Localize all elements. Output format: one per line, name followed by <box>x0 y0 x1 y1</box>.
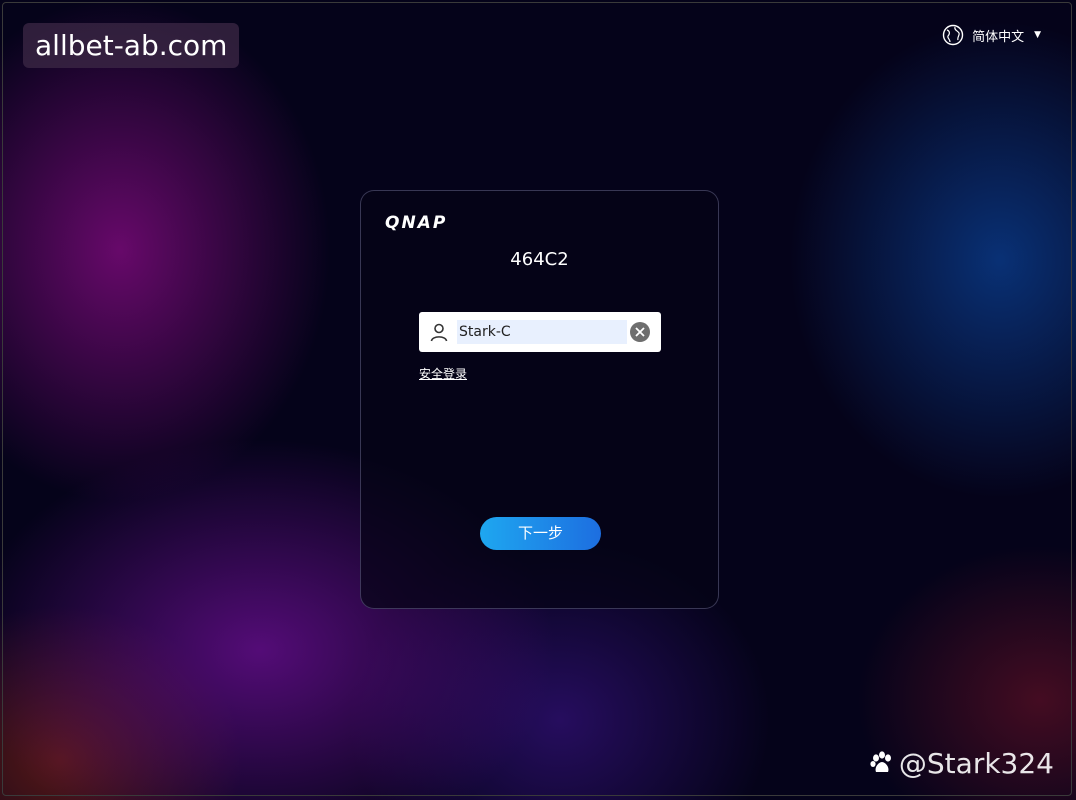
watermark-bottom: @Stark324 <box>869 746 1054 780</box>
language-selector[interactable]: 简体中文 ▼ <box>942 24 1041 46</box>
clear-icon[interactable] <box>630 322 650 342</box>
language-label: 简体中文 <box>972 29 1025 45</box>
username-field[interactable]: Stark-C <box>457 320 627 344</box>
device-name: 464C2 <box>510 249 569 270</box>
watermark-bottom-text: @Stark324 <box>898 746 1054 780</box>
globe-icon <box>942 24 964 46</box>
next-button[interactable]: 下一步 <box>480 517 601 550</box>
baidu-paw-icon <box>870 751 891 772</box>
user-icon <box>430 323 448 342</box>
username-input-box[interactable]: Stark-C <box>419 312 661 352</box>
qnap-logo: QNAP <box>385 213 448 233</box>
watermark-top: allbet-ab.com <box>23 23 240 68</box>
caret-down-icon: ▼ <box>1034 30 1041 40</box>
secure-login-link[interactable]: 安全登录 <box>419 365 467 382</box>
login-card: QNAP 464C2 Stark-C 安全登录 下一步 <box>360 190 719 609</box>
